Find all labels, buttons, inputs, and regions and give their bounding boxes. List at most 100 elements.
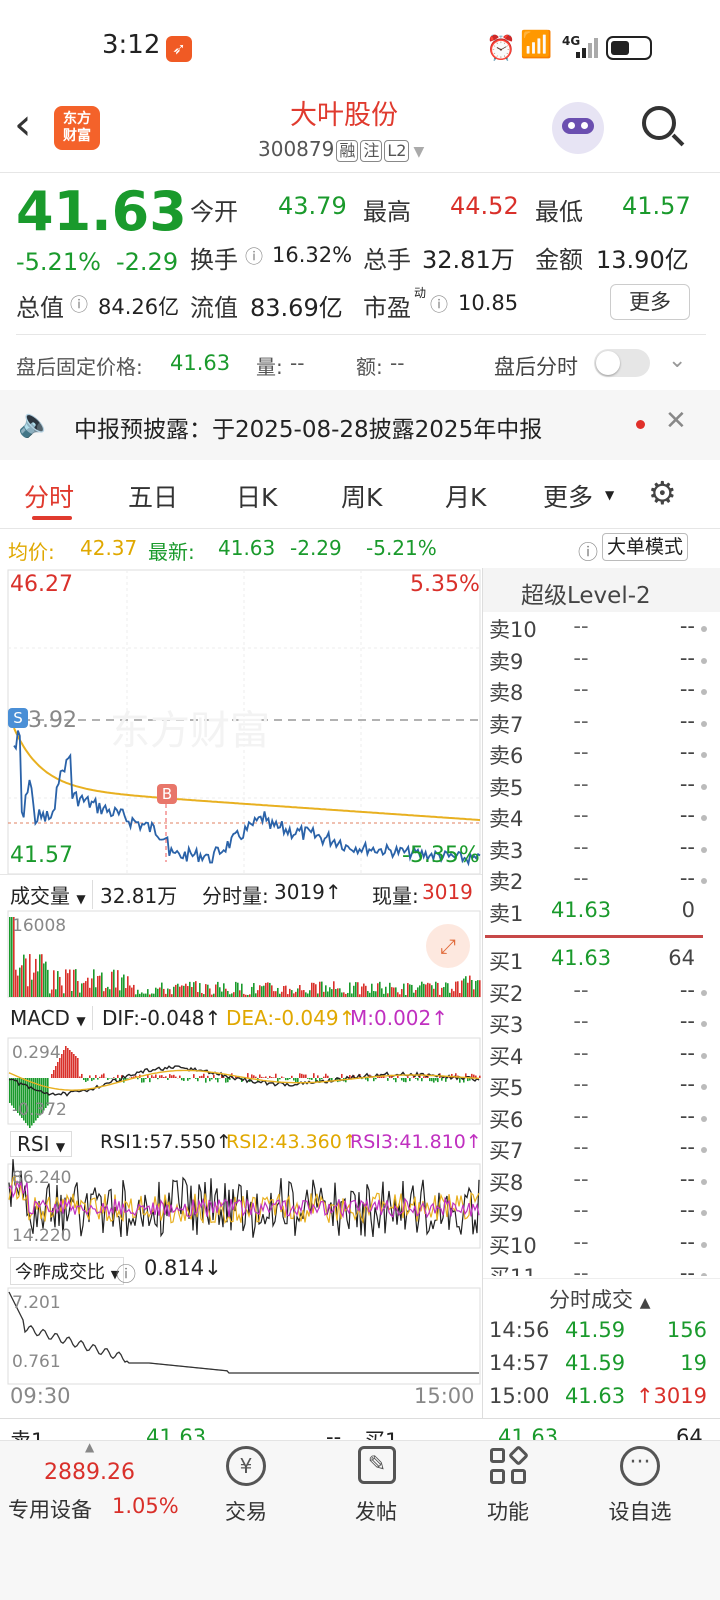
- function-button[interactable]: 功能: [474, 1496, 542, 1526]
- macd-bar: [327, 1075, 329, 1078]
- volume-bar: [443, 987, 445, 997]
- sell-row[interactable]: 卖7 -- --: [483, 709, 711, 740]
- buy-row[interactable]: 买4 -- --: [483, 1041, 711, 1072]
- sell-row[interactable]: 卖1 41.63 0: [483, 898, 711, 929]
- trade-time: 14:57: [489, 1351, 550, 1375]
- stock-code-row[interactable]: 300879 融注 L2 ▼: [258, 137, 424, 162]
- sell-row[interactable]: 卖10 -- --: [483, 614, 711, 645]
- volume-bar: [41, 954, 43, 997]
- volume-bar: [125, 988, 127, 997]
- volume-bar: [155, 987, 157, 997]
- buy-row[interactable]: 买2 -- --: [483, 978, 711, 1009]
- expand-chart-icon[interactable]: ⤢: [426, 924, 470, 968]
- volume-bar: [33, 972, 35, 997]
- watchlist-add-icon[interactable]: ···: [620, 1446, 660, 1486]
- sell-row[interactable]: 卖9 -- --: [483, 646, 711, 677]
- macd-bar: [267, 1078, 269, 1079]
- after-hours-toggle[interactable]: [594, 349, 650, 377]
- ratio-help-icon[interactable]: ⓘ: [116, 1258, 136, 1287]
- sell-level-label: 卖2: [489, 870, 524, 894]
- post-edit-icon[interactable]: ✎: [358, 1446, 396, 1484]
- add-watchlist-button[interactable]: 设自选: [600, 1496, 680, 1526]
- market-cap-info-icon[interactable]: ⓘ: [70, 291, 88, 317]
- sell-row[interactable]: 卖6 -- --: [483, 740, 711, 771]
- volume-bar: [477, 980, 479, 997]
- buy-row[interactable]: 买10 -- --: [483, 1230, 711, 1261]
- robot-assistant-icon[interactable]: [552, 102, 604, 154]
- volume-bar: [107, 986, 109, 997]
- post-button[interactable]: 发帖: [342, 1496, 410, 1526]
- rsi-selector[interactable]: RSI ▼: [10, 1131, 73, 1157]
- volume-bar: [337, 988, 339, 997]
- more-quote-button[interactable]: 更多: [610, 284, 690, 320]
- volume-bar: [305, 992, 307, 997]
- search-icon[interactable]: [640, 104, 686, 150]
- tab-daily-k[interactable]: 日K: [236, 478, 277, 514]
- sell-row[interactable]: 卖8 -- --: [483, 677, 711, 708]
- sell-row[interactable]: 卖3 -- --: [483, 835, 711, 866]
- index-name[interactable]: 专用设备: [8, 1494, 92, 1524]
- tab-monthly-k[interactable]: 月K: [445, 478, 486, 514]
- macd-bar: [207, 1075, 209, 1078]
- volume-bar: [335, 989, 337, 997]
- volume-bar: [273, 991, 275, 997]
- expand-chevron-icon[interactable]: ⌄: [668, 348, 686, 373]
- trades-title[interactable]: 分时成交 ▲: [549, 1284, 650, 1314]
- sell-volume: --: [679, 771, 695, 796]
- function-grid-icon[interactable]: [490, 1444, 530, 1486]
- volume-bar: [475, 980, 477, 997]
- volume-bar: [423, 983, 425, 997]
- tab-five-day[interactable]: 五日: [128, 478, 178, 514]
- pe-info-icon[interactable]: ⓘ: [430, 291, 448, 317]
- volume-bar: [479, 980, 481, 997]
- trade-button[interactable]: 交易: [212, 1496, 280, 1526]
- buy-row[interactable]: 买5 -- --: [483, 1072, 711, 1103]
- sell-marker[interactable]: S: [8, 708, 28, 728]
- tab-weekly-k[interactable]: 周K: [341, 478, 382, 514]
- macd-bar: [317, 1075, 319, 1078]
- buy-row[interactable]: 买9 -- --: [483, 1198, 711, 1229]
- buy-row[interactable]: 买8 -- --: [483, 1167, 711, 1198]
- sell-price: --: [573, 803, 589, 827]
- macd-bar: [61, 1054, 63, 1078]
- buy-marker[interactable]: B: [157, 784, 177, 804]
- index-value[interactable]: 2889.26: [44, 1460, 135, 1485]
- macd-dea-line: [8, 1069, 480, 1091]
- macd-selector[interactable]: MACD ▼: [10, 1006, 93, 1030]
- tab-more[interactable]: 更多: [543, 478, 593, 514]
- buy-row[interactable]: 买7 -- --: [483, 1135, 711, 1166]
- notice-text[interactable]: 中报预披露：于2025-08-28披露2025年中报: [74, 410, 542, 444]
- ratio-bottom: 0.761: [12, 1352, 61, 1372]
- turnover-info-icon[interactable]: ⓘ: [245, 243, 263, 269]
- big-order-mode-button[interactable]: 大单模式: [602, 533, 689, 561]
- charts-svg[interactable]: 东方财富: [0, 568, 490, 1418]
- volume-bar: [127, 976, 129, 997]
- volume-bar: [193, 982, 195, 997]
- buy-row[interactable]: 买6 -- --: [483, 1104, 711, 1135]
- settings-gear-icon[interactable]: ⚙: [648, 474, 677, 512]
- change-value: -2.29: [116, 248, 179, 276]
- macd-bar: [85, 1078, 87, 1082]
- stock-name[interactable]: 大叶股份: [290, 93, 398, 132]
- volume-selector[interactable]: 成交量 ▼: [10, 880, 93, 909]
- macd-bar: [93, 1078, 95, 1080]
- close-icon[interactable]: ✕: [665, 406, 687, 436]
- sell-level-label: 卖1: [489, 901, 524, 926]
- buy-row[interactable]: 买11 -- --: [483, 1261, 711, 1276]
- buy-row[interactable]: 买1 41.63 64: [483, 946, 711, 977]
- level2-title[interactable]: 超级Level-2: [521, 576, 651, 610]
- sell-row[interactable]: 卖4 -- --: [483, 803, 711, 834]
- help-icon[interactable]: ⓘ: [578, 536, 598, 565]
- macd-bar: [323, 1076, 325, 1078]
- buy-row[interactable]: 买3 -- --: [483, 1009, 711, 1040]
- volume-bar: [53, 970, 55, 997]
- buy-price: --: [573, 1261, 589, 1276]
- back-button[interactable]: ‹: [14, 100, 32, 150]
- tab-timeshare[interactable]: 分时: [24, 478, 74, 514]
- volume-bar: [27, 986, 29, 997]
- trade-icon[interactable]: ¥: [226, 1446, 266, 1486]
- volume-bar: [43, 963, 45, 997]
- ratio-selector[interactable]: 今昨成交比 ▼: [10, 1257, 125, 1285]
- sell-row[interactable]: 卖5 -- --: [483, 772, 711, 803]
- sell-row[interactable]: 卖2 -- --: [483, 866, 711, 897]
